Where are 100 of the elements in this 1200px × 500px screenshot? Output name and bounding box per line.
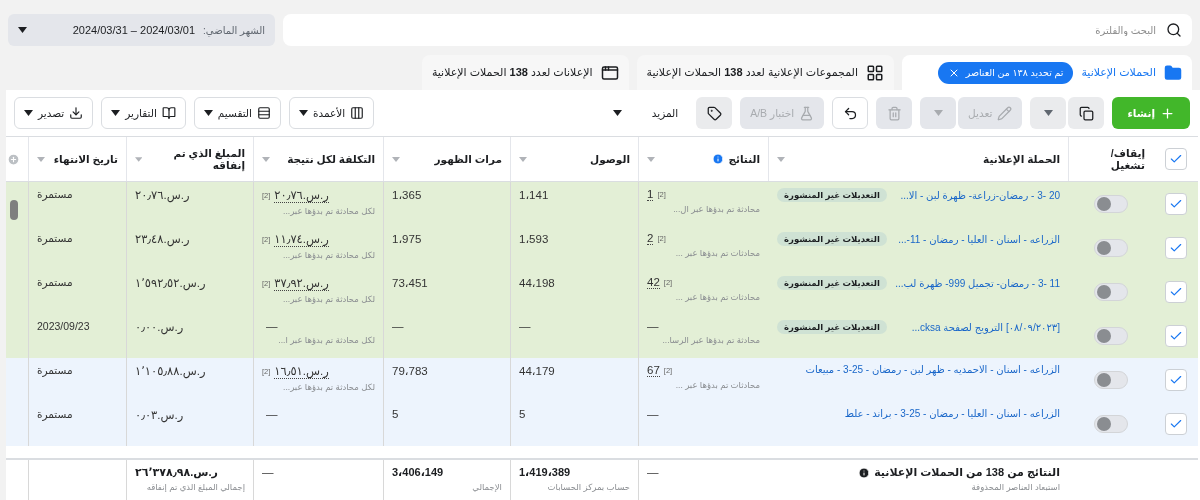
totals-label: النتائج من 138 من الحملات الإعلانية — [874, 466, 1060, 479]
tag-button[interactable] — [696, 97, 733, 129]
table-cell: ر.س.٢٠٫٧٦ — [135, 188, 190, 202]
table-cell: ر.س.٢٣٫٤٨ — [135, 232, 190, 246]
table-cell: 5 — [519, 408, 526, 420]
column-header[interactable]: المبلغ الذي تم إنفاقه — [146, 147, 245, 171]
column-header[interactable]: النتائج — [712, 153, 760, 165]
column-header[interactable]: الوصول — [590, 153, 630, 165]
column-header[interactable]: إيقاف/ تشغيل — [1077, 147, 1145, 171]
view-button[interactable]: الأعمدة — [289, 97, 375, 129]
info-icon — [858, 466, 871, 479]
check-icon — [1168, 197, 1183, 211]
toggle[interactable] — [1093, 195, 1128, 213]
table-cell: مستمرة — [37, 188, 73, 200]
more-dropdown[interactable]: المزيد — [602, 97, 689, 129]
view-button[interactable]: التقارير — [101, 97, 186, 129]
table-cell: — — [647, 466, 659, 478]
undo-icon — [842, 105, 858, 121]
totals-caption: إجمالي المبلغ الذي تم إنفاقه — [145, 482, 245, 492]
trash-icon — [886, 105, 902, 121]
sort-caret-icon — [392, 156, 400, 162]
undo-button[interactable] — [832, 97, 869, 129]
campaign-link[interactable]: الزراعه - اسنان - العليا - رمضان - 11-... — [898, 233, 1060, 245]
rows-icon — [257, 106, 271, 120]
result-caption: محادثات تم بدؤها عبر ... — [674, 380, 760, 390]
campaign-link[interactable]: 11 -3 - رمضان- تجميل 999- ظهرة لب... — [895, 277, 1060, 289]
table-cell: مستمرة — [37, 408, 73, 420]
sort-caret-icon — [37, 156, 45, 162]
column-header[interactable]: مرات الظهور — [434, 153, 502, 165]
window-icon — [600, 63, 619, 82]
check-icon — [1168, 152, 1183, 166]
table-cell: 79،783 — [392, 364, 428, 378]
table-cell: — — [262, 466, 274, 478]
checkbox[interactable] — [1164, 281, 1187, 303]
tab[interactable]: الحملات الإعلانية تم تحديد ١٣٨ من العناصر — [902, 55, 1192, 90]
tag-icon — [706, 105, 722, 121]
caret-icon — [612, 110, 622, 116]
campaign-link[interactable]: [٠٨/٠٩/٢٠٢٣] الترويج لصفحة cksa... — [911, 321, 1060, 333]
column-header[interactable]: التكلفة لكل نتيجة — [287, 153, 375, 165]
campaign-link[interactable]: 20 -3 - رمضان-زراعة- ظهرة لبن - الا... — [900, 189, 1060, 201]
toggle[interactable] — [1093, 371, 1128, 389]
book-icon — [161, 106, 176, 120]
duplicate-button[interactable] — [1068, 97, 1105, 129]
result-value: — — [647, 320, 659, 332]
table-cell: مستمرة — [37, 232, 73, 244]
checkbox[interactable] — [1164, 413, 1187, 435]
view-button[interactable]: التقسيم — [193, 97, 281, 129]
sort-caret-icon — [519, 156, 527, 162]
table-cell: 73،451 — [392, 276, 428, 290]
cost-value: — — [266, 408, 278, 420]
table-cell: مستمرة — [37, 276, 73, 288]
checkbox[interactable] — [1164, 325, 1187, 347]
table-cell: ر.س.٠٫٠٠ — [135, 320, 184, 334]
cost-caption: لكل محادثة تم بدؤها عبر... — [282, 382, 375, 392]
table-cell: 3،406،149 — [392, 466, 444, 479]
dropdown-button[interactable] — [920, 97, 957, 129]
status-badge: التعديلات غير المنشورة — [777, 276, 887, 290]
campaign-link[interactable]: الزراعه - اسنان - العليا - رمضان - 25-3 - براند - علط — [844, 408, 1060, 419]
cost-caption: لكل محادثة تم بدؤها عبر ا... — [277, 335, 375, 345]
search-field[interactable]: البحث والفلترة — [283, 14, 1192, 46]
result-value: 42 — [647, 276, 660, 289]
checkbox[interactable] — [1164, 148, 1187, 170]
caret-icon — [111, 110, 121, 116]
result-value: 2 — [647, 232, 654, 245]
cost-value: ر.س.٢٠٫٧٦ — [274, 188, 329, 203]
table-cell: ر.س.١٬١٠٥٫٨٨ — [135, 364, 206, 378]
result-value: 1 — [647, 188, 654, 201]
table-cell: 1،593 — [519, 232, 549, 246]
status-badge: التعديلات غير المنشورة — [777, 320, 887, 334]
plus-icon — [1160, 105, 1175, 121]
result-caption: محادثات تم بدؤها عبر ... — [674, 248, 760, 258]
toggle[interactable] — [1093, 415, 1128, 433]
campaign-link[interactable]: الزراعه - اسنان - الاحمديه - ظهر لبن - رمضان - 25-3 - مبيعات — [805, 364, 1060, 375]
toggle[interactable] — [1093, 327, 1128, 345]
column-header[interactable]: الحملة الإعلانية — [983, 153, 1060, 165]
checkbox[interactable] — [1164, 369, 1187, 391]
result-caption: محادثة تم بدؤها عبر ال... — [672, 204, 760, 214]
totals-caption: حساب بمركز الحسابات — [546, 482, 630, 492]
scrollbar-thumb[interactable] — [10, 200, 18, 220]
totals-caption: استبعاد العناصر المحذوفة — [970, 482, 1060, 492]
cost-caption: لكل محادثة تم بدؤها عبر... — [282, 206, 375, 216]
add-column-icon[interactable] — [6, 152, 20, 166]
toggle[interactable] — [1093, 239, 1128, 257]
check-icon — [1168, 241, 1183, 255]
table-cell: ر.س.٠٫٠٣ — [135, 408, 184, 422]
checkbox[interactable] — [1164, 237, 1187, 259]
view-button[interactable]: تصدير — [14, 97, 94, 129]
table-cell: 2023/09/23 — [37, 320, 90, 332]
cost-value: ر.س.٣٧٫٩٢ — [274, 276, 329, 291]
caret-icon — [203, 110, 213, 116]
selection-chip[interactable]: تم تحديد ١٣٨ من العناصر — [937, 61, 1074, 84]
caret-icon — [24, 110, 33, 116]
sort-caret-icon — [777, 156, 785, 162]
sort-caret-icon — [262, 156, 270, 162]
checkbox[interactable] — [1164, 193, 1187, 215]
column-header[interactable]: تاريخ الانتهاء — [53, 153, 118, 165]
columns-icon — [350, 106, 365, 120]
toggle[interactable] — [1093, 283, 1128, 301]
table-cell: مستمرة — [37, 364, 73, 376]
caret-icon — [18, 27, 27, 33]
